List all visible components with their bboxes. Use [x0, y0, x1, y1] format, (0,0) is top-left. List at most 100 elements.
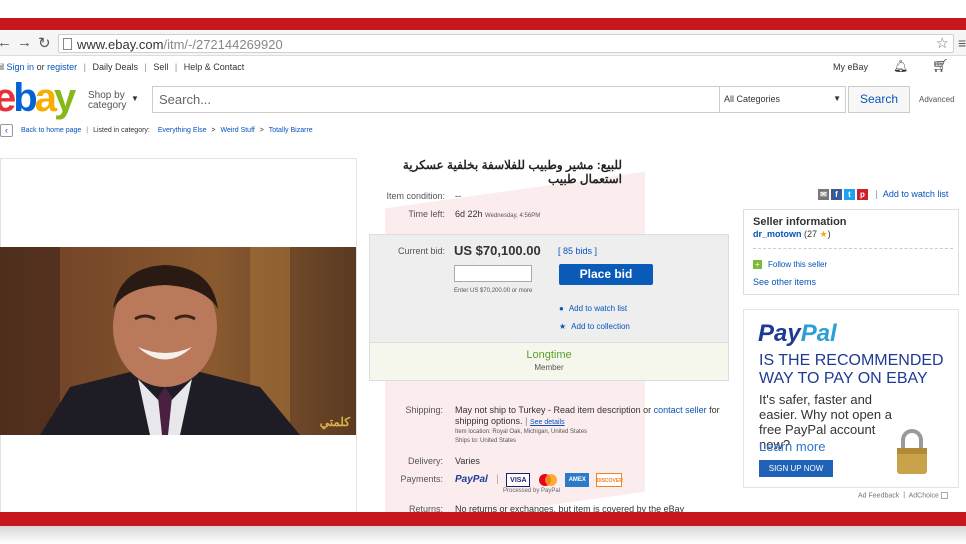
add-to-watch-list-link[interactable]: Add to watch list	[883, 189, 949, 199]
my-ebay-link[interactable]: My eBay	[833, 62, 868, 72]
pinterest-icon[interactable]: p	[857, 189, 868, 201]
url-text: www.ebay.com/itm/-/272144269920	[77, 37, 283, 52]
item-location: Item location: Royal Oak, Michigan, Unit…	[455, 429, 588, 435]
lock-icon	[897, 429, 927, 474]
adchoice-icon	[940, 492, 948, 499]
item-title: للبيع: مشير وطبيب للفلاسفة بخلفية عسكرية…	[402, 158, 622, 186]
search-input[interactable]	[159, 92, 699, 107]
screenshot-frame: { "browser": { "url_host": "www.ebay.com…	[0, 0, 966, 544]
payments-label: Payments:	[400, 474, 443, 484]
mastercard-icon	[537, 473, 559, 487]
cart-icon[interactable]: 🛒︎	[932, 58, 949, 74]
chevron-down-icon: ▼	[833, 94, 841, 103]
see-details-link[interactable]: See details	[530, 419, 565, 426]
bid-add-to-watch-list[interactable]: ● Add to watch list	[559, 304, 627, 313]
paypal-ad[interactable]: PayPal IS THE RECOMMENDED WAY TO PAY ON …	[743, 309, 959, 488]
delivery-value: Varies	[455, 456, 480, 466]
condition-value: --	[455, 191, 461, 201]
search-button[interactable]: Search	[848, 86, 910, 113]
place-bid-button[interactable]: Place bid	[559, 264, 653, 285]
see-other-items-link[interactable]: See other items	[753, 277, 816, 287]
register-link[interactable]: register	[47, 62, 77, 72]
top-links-bar: il Sign in or register | Daily Deals | S…	[0, 58, 949, 74]
discover-icon: DISCOVER	[595, 472, 623, 487]
category-select-value: All Categories	[724, 94, 781, 104]
ad-feedback-link[interactable]: Ad Feedback	[858, 492, 899, 499]
paypal-headline: IS THE RECOMMENDED WAY TO PAY ON EBAY	[759, 352, 944, 387]
divider	[753, 248, 953, 249]
adchoice-link[interactable]: AdChoice	[909, 492, 939, 499]
bid-amount-input[interactable]	[454, 265, 532, 282]
forward-arrow-icon[interactable]: →	[17, 34, 32, 51]
search-box: All Categories ▼	[152, 86, 846, 113]
longtime-member-box: Longtime Member	[370, 342, 728, 380]
paypal-badge-icon: PayPal	[455, 473, 488, 485]
current-bid-label: Current bid:	[397, 246, 445, 256]
category-select[interactable]: All Categories ▼	[719, 87, 847, 112]
reload-icon[interactable]: ↻	[38, 34, 51, 52]
facebook-icon[interactable]: f	[831, 189, 842, 201]
seller-name-row: dr_motown (27 ★)	[753, 229, 831, 240]
or-text: or	[36, 62, 45, 72]
paypal-logo: PayPal	[758, 320, 837, 348]
seller-score-close: )	[827, 229, 831, 239]
twitter-icon[interactable]: t	[844, 189, 855, 201]
payment-methods: PayPal | VISA AMEX DISCOVER	[455, 472, 623, 487]
item-photo-image	[0, 247, 356, 435]
back-arrow-icon[interactable]: ←	[0, 34, 12, 51]
browser-menu-icon[interactable]: ≡	[958, 35, 966, 51]
breadcrumb: ‹ Back to home page | Listed in category…	[0, 124, 966, 140]
contact-seller-link[interactable]: contact seller	[654, 405, 707, 415]
breadcrumb-item[interactable]: Totally Bizarre	[269, 127, 313, 134]
frame-top-bar	[0, 18, 966, 30]
bid-count-link[interactable]: [ 85 bids ]	[558, 246, 597, 256]
follow-seller-link[interactable]: + Follow this seller	[753, 260, 827, 269]
follow-seller-label: Follow this seller	[768, 260, 828, 269]
eye-icon: ●	[559, 304, 564, 313]
star-icon: ★	[819, 229, 828, 239]
back-to-home-link[interactable]: Back to home page	[21, 127, 81, 134]
seller-info-box: Seller information dr_motown (27 ★) + Fol…	[743, 209, 959, 295]
shipping-text: May not ship to Turkey - Read item descr…	[455, 405, 652, 415]
add-to-collection-link[interactable]: ★ Add to collection	[559, 322, 630, 331]
bid-hint: Enter US $70,200.00 or more	[454, 288, 533, 294]
time-left-label: Time left:	[408, 209, 445, 219]
advanced-search-link[interactable]: Advanced	[919, 95, 955, 104]
sell-link[interactable]: Sell	[153, 62, 168, 72]
shop-by-category-button[interactable]: Shop by category	[88, 91, 126, 111]
breadcrumb-item[interactable]: Everything Else	[158, 127, 207, 134]
daily-deals-link[interactable]: Daily Deals	[92, 62, 138, 72]
item-photo[interactable]: كلمتي	[0, 247, 356, 435]
back-chevron-icon[interactable]: ‹	[0, 124, 13, 137]
amex-icon: AMEX	[565, 472, 590, 487]
chevron-down-icon: ▼	[131, 94, 139, 103]
email-icon[interactable]: ✉	[818, 189, 829, 201]
category-label: category	[88, 100, 127, 111]
paypal-learn-more-link[interactable]: Learn more	[759, 439, 825, 454]
share-row: ✉ f t p | Add to watch list	[818, 189, 949, 201]
shipping-value: May not ship to Turkey - Read item descr…	[455, 405, 720, 426]
paypal-logo-pay: Pay	[758, 320, 801, 347]
photo-watermark: كلمتي	[319, 415, 350, 429]
ad-feedback: Ad Feedback | AdChoice	[858, 492, 948, 499]
delivery-label: Delivery:	[407, 456, 443, 466]
bid-add-to-watch-list-label: Add to watch list	[568, 304, 628, 313]
notification-bell-icon[interactable]: 🔔︎	[893, 59, 908, 73]
plus-icon: +	[753, 260, 762, 269]
star-icon: ★	[559, 322, 567, 331]
ships-to: Ships to: United States	[455, 438, 517, 444]
seller-name-link[interactable]: dr_motown	[753, 229, 802, 239]
breadcrumb-item[interactable]: Weird Stuff	[220, 127, 254, 134]
sign-in-link[interactable]: Sign in	[7, 62, 35, 72]
bookmark-star-icon[interactable]: ☆	[936, 34, 949, 52]
sign-in-prefix: il	[0, 62, 4, 72]
paypal-signup-button[interactable]: SIGN UP NOW	[759, 460, 833, 477]
time-left-detail: Wednesday, 4:56PM	[485, 213, 541, 219]
shipping-label: Shipping:	[405, 405, 443, 415]
address-bar[interactable]: www.ebay.com/itm/-/272144269920 ☆	[58, 34, 954, 53]
paypal-logo-pal: Pal	[800, 320, 837, 347]
ebay-logo[interactable]: ebay	[0, 76, 76, 121]
listed-in-label: Listed in category:	[93, 127, 150, 134]
processed-by-paypal: Processed by PayPal	[503, 488, 561, 494]
help-contact-link[interactable]: Help & Contact	[184, 62, 245, 72]
